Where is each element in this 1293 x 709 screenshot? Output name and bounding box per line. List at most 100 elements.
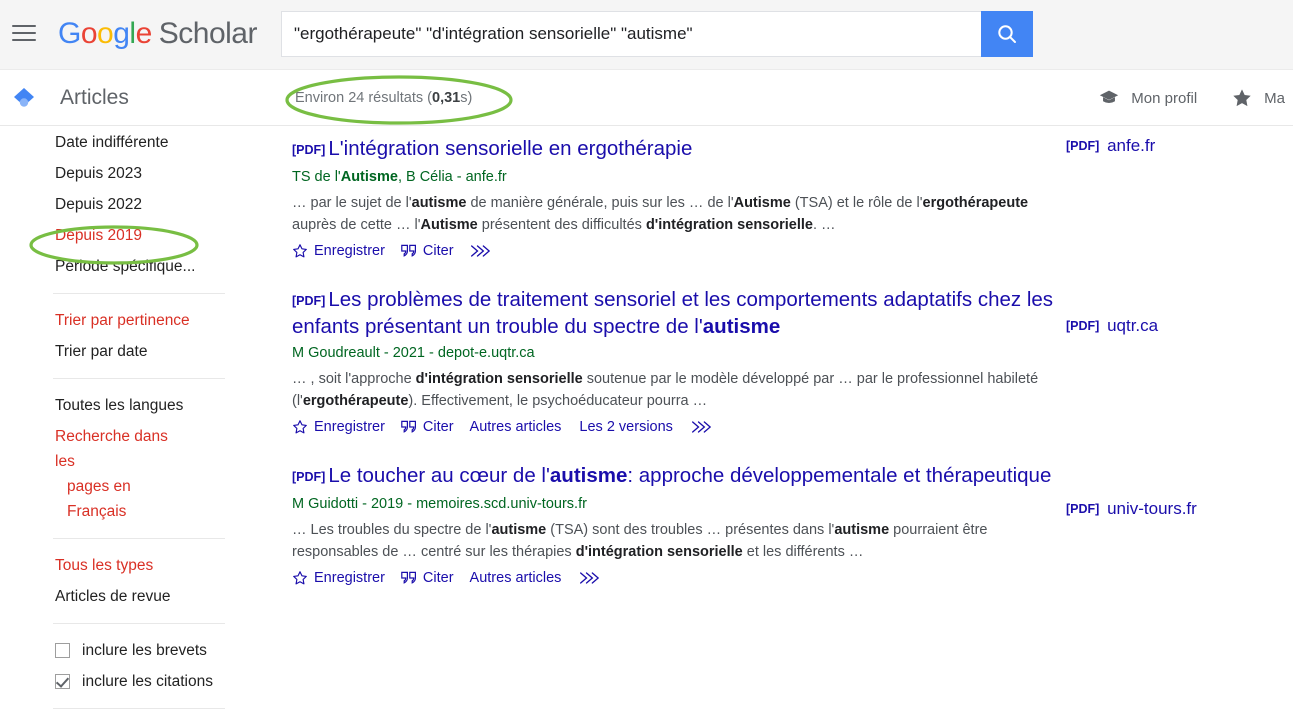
result-snippet-highlight: Autisme [420, 216, 478, 233]
sidebar-item-since-2019[interactable]: Depuis 2019 [0, 220, 245, 251]
action-citer[interactable]: Citer [401, 243, 454, 259]
result-title-highlight: autisme [702, 315, 781, 338]
action-more[interactable] [691, 420, 717, 434]
pdf-badge: [PDF] [1066, 502, 1100, 516]
result-snippet: … , soit l'approche d'intégration sensor… [292, 369, 1062, 412]
result-title-text: L'intégration sensorielle en ergothérapi… [328, 137, 693, 160]
more-chevrons-icon [580, 572, 600, 584]
link-mon-profil[interactable]: Mon profil [1098, 87, 1197, 109]
sidebar-item-sort-date[interactable]: Trier par date [0, 336, 245, 367]
search-button[interactable] [981, 11, 1033, 57]
sidebar-filters: Date indifférente Depuis 2023 Depuis 202… [0, 127, 245, 709]
checkbox-include-citations[interactable]: inclure les citations [0, 666, 245, 697]
sidebar-divider [53, 623, 225, 624]
header-links: Mon profil Ma [1064, 70, 1293, 126]
search-bar [281, 11, 1033, 57]
results-count-prefix: Environ 24 résultats ( [295, 90, 433, 106]
result-actions: Enregistrer Citer Autres articles Les 2 ver… [292, 419, 1062, 435]
sidebar-item-date-any[interactable]: Date indifférente [0, 127, 245, 158]
result-snippet-text: présentent des difficultés [477, 216, 646, 233]
hamburger-line [12, 32, 36, 34]
search-input[interactable] [281, 11, 981, 57]
articles-diamond-icon [14, 88, 34, 107]
result-meta-text: , B Célia - anfe.fr [397, 169, 507, 185]
action-enregistrer[interactable]: Enregistrer [292, 243, 385, 259]
sidebar-divider [53, 378, 225, 379]
sidebar-item-search-french[interactable]: Recherche dans les pages en Français [0, 421, 190, 527]
result-snippet-text: (TSA) sont des troubles … présentes dans… [546, 522, 835, 538]
result-meta-text: TS de l' [292, 169, 341, 185]
action-label: Enregistrer [314, 419, 385, 435]
logo-letter-e: e [135, 17, 153, 50]
google-scholar-logo[interactable]: Google Scholar [58, 14, 257, 54]
subheader-bar: Articles Environ 24 résultats (0,31 s) M… [0, 70, 1293, 126]
action-more[interactable] [470, 244, 496, 258]
hamburger-line [12, 39, 36, 41]
pdf-source-link[interactable]: [PDF] uqtr.ca [1066, 316, 1158, 336]
action-autres-articles[interactable]: Autres articles [470, 419, 562, 435]
checkbox-box[interactable] [55, 674, 70, 689]
logo-letter-g2: g [113, 17, 130, 50]
result-snippet-highlight: autisme [491, 522, 547, 538]
pdf-source-link[interactable]: [PDF] univ-tours.fr [1066, 499, 1197, 519]
result-actions: Enregistrer Citer [292, 243, 1062, 259]
result-snippet-highlight: autisme [834, 522, 890, 538]
action-label: Enregistrer [314, 243, 385, 259]
sidebar-item-all-types[interactable]: Tous les types [0, 550, 245, 581]
action-enregistrer[interactable]: Enregistrer [292, 419, 385, 435]
result-title-link[interactable]: [PDF] Les problèmes de traitement sensori… [292, 287, 1062, 339]
sidebar-item-review-articles[interactable]: Articles de revue [0, 581, 245, 612]
pdf-domain: anfe.fr [1107, 136, 1156, 155]
sidebar-item-custom-range[interactable]: Période spécifique... [0, 251, 245, 282]
link-ma-bibliotheque[interactable]: Ma [1231, 87, 1285, 109]
result-snippet-text: auprès de cette … l' [292, 216, 421, 233]
action-enregistrer[interactable]: Enregistrer [292, 570, 385, 586]
logo-letter-o2: o [97, 17, 114, 50]
search-result-item: [PDF] Les problèmes de traitement sensori… [292, 287, 1062, 435]
result-meta-text: M Goudreault - 2021 - depot-e.uqtr.ca [292, 345, 535, 361]
tab-articles[interactable]: Articles [10, 70, 129, 126]
star-outline-icon [293, 244, 307, 258]
sidebar-item-since-2022[interactable]: Depuis 2022 [0, 189, 245, 220]
pdf-badge: [PDF] [292, 470, 326, 484]
search-result-item: [PDF] Le toucher au cœur de l'autisme: ap… [292, 463, 1062, 586]
logo-letter-o1: o [80, 17, 98, 50]
logo-letter-g: G [58, 17, 81, 50]
action-more[interactable] [579, 571, 605, 585]
result-meta-text: M Guidotti - 2019 - memoires.scd.univ-to… [292, 496, 587, 512]
pdf-source-link[interactable]: [PDF] anfe.fr [1066, 136, 1155, 156]
top-header-bar: Google Scholar [0, 0, 1293, 70]
result-title-link[interactable]: [PDF] Le toucher au cœur de l'autisme: ap… [292, 463, 1062, 490]
pdf-badge: [PDF] [1066, 319, 1100, 333]
result-snippet-highlight: Autisme [733, 195, 791, 211]
action-citer[interactable]: Citer [401, 419, 454, 435]
sidebar-item-all-languages[interactable]: Toutes les langues [0, 390, 245, 421]
result-snippet-text: . … [812, 216, 836, 233]
more-chevrons-icon [470, 245, 490, 257]
action-les-2-versions[interactable]: Les 2 versions [579, 419, 673, 435]
result-snippet-text: ). Effectivement, le psychoéducateur pou… [408, 392, 708, 409]
result-snippet: … Les troubles du spectre de l'autisme (… [292, 520, 1062, 563]
result-snippet-text: … par le sujet de l' [292, 195, 412, 211]
result-authors-source: M Goudreault - 2021 - depot-e.uqtr.ca [292, 343, 1062, 363]
result-meta-highlight: Autisme [340, 169, 398, 185]
sidebar-item-sort-relevance[interactable]: Trier par pertinence [0, 305, 245, 336]
result-snippet-highlight: d'intégration sensorielle [575, 543, 743, 560]
search-result-item: [PDF] L'intégration sensorielle en ergoth… [292, 136, 1062, 259]
sidebar-item-since-2023[interactable]: Depuis 2023 [0, 158, 245, 189]
result-snippet-highlight: d'intégration sensorielle [645, 216, 813, 233]
results-count-time: 0,31 [432, 90, 461, 106]
action-citer[interactable]: Citer [401, 570, 454, 586]
hamburger-line [12, 25, 36, 27]
link-label: Mon profil [1131, 89, 1198, 107]
result-snippet-text: de manière générale, puis sur les … de l… [466, 195, 734, 211]
checkbox-box[interactable] [55, 643, 70, 658]
pdf-badge: [PDF] [292, 294, 326, 308]
hamburger-menu-icon[interactable] [10, 18, 38, 42]
result-snippet-highlight: ergothérapeute [922, 195, 1029, 211]
result-snippet-text: … Les troubles du spectre de l' [292, 522, 492, 538]
action-autres-articles[interactable]: Autres articles [470, 570, 562, 586]
result-title-link[interactable]: [PDF] L'intégration sensorielle en ergoth… [292, 136, 1062, 163]
action-label: Les 2 versions [579, 419, 673, 435]
checkbox-include-patents[interactable]: inclure les brevets [0, 635, 245, 666]
